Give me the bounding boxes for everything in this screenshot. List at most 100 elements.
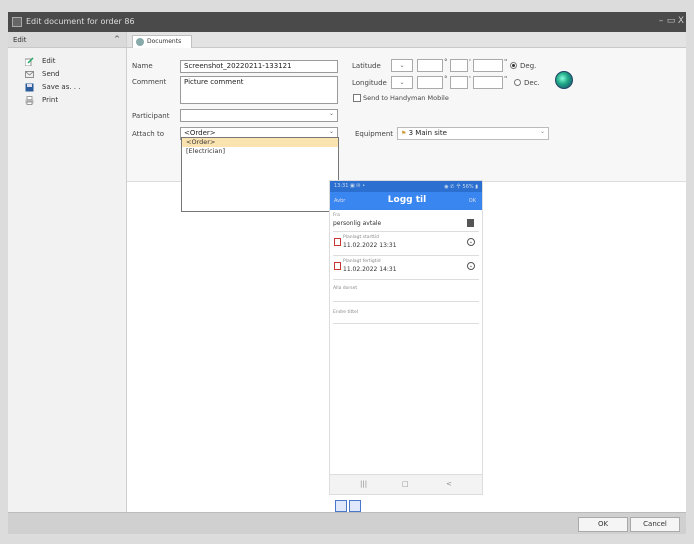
window-title: Edit document for order 86 (26, 17, 135, 26)
tab-bar: Documents (127, 32, 686, 48)
phone-nav-home: □ (402, 480, 409, 488)
phone-start-value: 11.02.2022 13:31 (343, 242, 397, 249)
thumbnail-1[interactable] (335, 500, 347, 512)
dialog-footer: OK Cancel (8, 512, 686, 534)
dropdown-option-electrician[interactable]: [Electrician] (182, 147, 338, 156)
phone-status-left: 13:31 ▣ ✉ • (334, 183, 366, 189)
phone-header: Avbr Logg til OK (330, 192, 482, 210)
participant-label: Participant (132, 112, 170, 120)
phone-start-label: Planlagt starttid (343, 235, 379, 240)
calendar-icon (334, 238, 341, 246)
equipment-value: 3 Main site (408, 129, 447, 137)
participant-dropdown-icon[interactable]: ⌄ (329, 110, 334, 117)
attach-to-value: <Order> (184, 129, 216, 137)
longitude-degrees-input[interactable] (417, 76, 443, 89)
collapse-icon[interactable]: ^ (114, 35, 120, 43)
edit-icon (25, 57, 34, 66)
attach-to-label: Attach to (132, 130, 164, 138)
attach-dropdown-icon[interactable]: ⌄ (329, 128, 334, 135)
phone-nav-bar: ||| □ < (330, 474, 482, 494)
second-symbol: " (504, 58, 508, 66)
longitude-direction-select[interactable]: ⌄ (391, 76, 413, 89)
deg-label: Deg. (520, 62, 537, 70)
comment-input[interactable]: Picture comment (180, 76, 338, 104)
cancel-button[interactable]: Cancel (630, 517, 680, 532)
phone-end-value: 11.02.2022 14:31 (343, 266, 397, 273)
tab-documents[interactable]: Documents (132, 35, 192, 48)
send-to-handyman-checkbox[interactable] (353, 94, 361, 102)
phone-from-label: Fra (333, 213, 340, 218)
latitude-seconds-input[interactable] (473, 59, 503, 72)
equipment-label: Equipment (355, 130, 393, 138)
phone-from-row: Fra personlig avtale (333, 210, 479, 232)
equipment-dropdown-icon[interactable]: ⌄ (540, 128, 545, 135)
sidebar: Edit ^ Edit Send Save as. . . Print (8, 32, 127, 512)
latitude-minutes-input[interactable] (450, 59, 468, 72)
phone-field3: Alla dorset (333, 286, 358, 291)
longitude-label: Longitude (352, 79, 387, 87)
sidebar-header-label: Edit (13, 36, 27, 44)
sidebar-item-save-as[interactable]: Save as. . . (8, 81, 126, 94)
send-to-handyman-label: Send to Handyman Mobile (363, 94, 449, 102)
title-bar: Edit document for order 86 – ▭ X (8, 12, 686, 32)
save-icon (25, 83, 34, 92)
degree-symbol: ° (444, 75, 448, 83)
phone-status-right: ◉ ✆ 㐃 56% ▮ (444, 184, 478, 190)
equipment-select[interactable]: ⚑ 3 Main site ⌄ (397, 127, 549, 140)
sidebar-item-edit[interactable]: Edit (8, 55, 126, 68)
name-label: Name (132, 62, 153, 70)
minute-symbol: ' (469, 58, 471, 66)
minimize-icon[interactable]: – (656, 16, 666, 26)
dropdown-option-order[interactable]: <Order> (182, 138, 338, 147)
deg-radio[interactable] (510, 62, 517, 69)
globe-map-icon[interactable] (555, 71, 573, 89)
phone-status-bar: 13:31 ▣ ✉ • ◉ ✆ 㐃 56% ▮ (330, 181, 482, 192)
thumbnail-2[interactable] (349, 500, 361, 512)
sidebar-item-send[interactable]: Send (8, 68, 126, 81)
sidebar-item-label: Send (42, 70, 60, 78)
calendar-icon (334, 262, 341, 270)
phone-from-value: personlig avtale (333, 220, 382, 227)
phone-field3-row: Alla dorset (333, 280, 479, 302)
edit-document-window: Edit document for order 86 – ▭ X Edit ^ … (0, 0, 694, 544)
latitude-label: Latitude (352, 62, 381, 70)
sidebar-header[interactable]: Edit ^ (8, 32, 126, 48)
name-input[interactable]: Screenshot_20220211-133121 (180, 60, 338, 73)
send-icon (25, 71, 34, 78)
document-preview-image: 13:31 ▣ ✉ • ◉ ✆ 㐃 56% ▮ Avbr Logg til OK… (329, 180, 483, 495)
longitude-seconds-input[interactable] (473, 76, 503, 89)
documents-icon (136, 38, 144, 46)
close-icon[interactable]: X (676, 16, 686, 26)
phone-end-row: Planlagt fertigtid 11.02.2022 14:31 ⌄ (333, 256, 479, 280)
degree-symbol: ° (444, 58, 448, 66)
dec-radio[interactable] (514, 79, 521, 86)
sidebar-item-label: Edit (42, 57, 56, 65)
comment-label: Comment (132, 78, 167, 86)
phone-nav-back: < (446, 480, 452, 488)
thumbnail-strip (335, 500, 363, 512)
app-icon (12, 17, 22, 27)
phone-field4-row: Endre tittel (333, 302, 479, 324)
sidebar-item-label: Save as. . . (42, 83, 81, 91)
longitude-minutes-input[interactable] (450, 76, 468, 89)
phone-start-row: Planlagt starttid 11.02.2022 13:31 ⌄ (333, 232, 479, 256)
phone-title: Logg til (387, 195, 427, 205)
ok-button[interactable]: OK (578, 517, 628, 532)
attach-to-dropdown-list: <Order> [Electrician] (181, 137, 339, 212)
latitude-direction-select[interactable]: ⌄ (391, 59, 413, 72)
equipment-flag-icon: ⚑ (401, 130, 407, 137)
expand-icon: ⌄ (467, 262, 475, 270)
expand-icon: ⌄ (467, 238, 475, 246)
minute-symbol: ' (469, 75, 471, 83)
participant-select[interactable]: ⌄ (180, 109, 338, 122)
second-symbol: " (504, 75, 508, 83)
phone-ok: OK (468, 198, 476, 204)
phone-end-label: Planlagt fertigtid (343, 259, 381, 264)
latitude-degrees-input[interactable] (417, 59, 443, 72)
maximize-icon[interactable]: ▭ (666, 16, 676, 26)
print-icon (25, 96, 34, 105)
sidebar-item-print[interactable]: Print (8, 94, 126, 107)
dec-label: Dec. (524, 79, 540, 87)
phone-nav-recent: ||| (360, 480, 368, 488)
phone-field4: Endre tittel (333, 310, 359, 315)
